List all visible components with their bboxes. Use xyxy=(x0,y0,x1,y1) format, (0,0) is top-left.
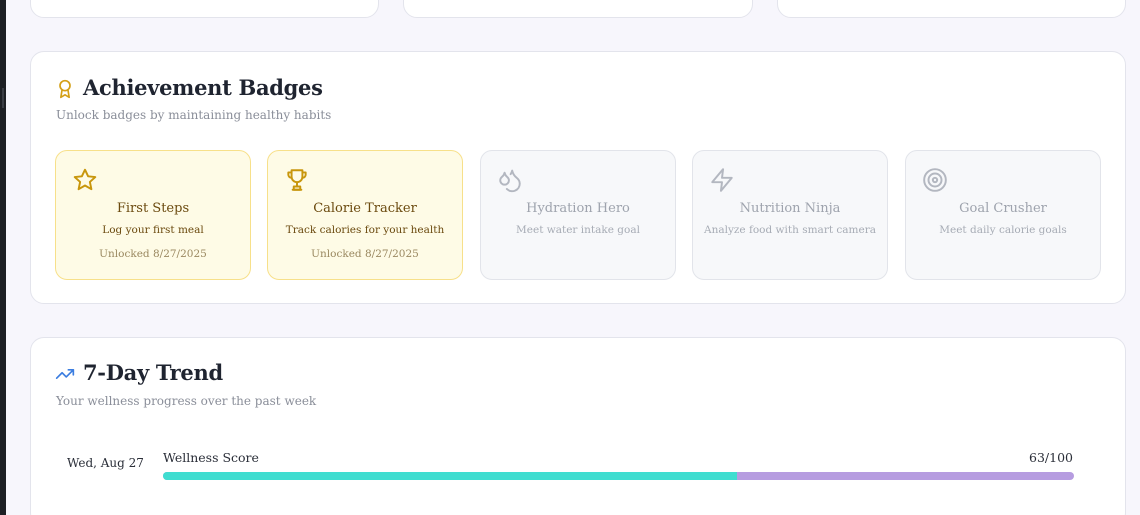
section-title: Achievement Badges xyxy=(83,75,323,100)
badge-description: Meet daily calorie goals xyxy=(939,224,1067,236)
badge-hydration-hero[interactable]: Hydration Hero Meet water intake goal xyxy=(480,150,676,280)
badge-goal-crusher[interactable]: Goal Crusher Meet daily calorie goals xyxy=(905,150,1101,280)
badge-nutrition-ninja[interactable]: Nutrition Ninja Analyze food with smart … xyxy=(692,150,888,280)
wellness-progress-fill xyxy=(163,472,737,480)
badge-name: Hydration Hero xyxy=(526,201,630,216)
badge-status: Unlocked 8/27/2025 xyxy=(99,248,207,260)
badge-name: Calorie Tracker xyxy=(313,201,417,216)
target-icon xyxy=(923,168,947,192)
stat-card-2 xyxy=(403,0,753,18)
badge-first-steps[interactable]: First Steps Log your first meal Unlocked… xyxy=(55,150,251,280)
badge-status: Unlocked 8/27/2025 xyxy=(311,248,419,260)
wellness-progress-bar xyxy=(163,472,1074,480)
stat-card-3 xyxy=(777,0,1126,18)
stat-card-1 xyxy=(30,0,379,18)
resize-grip[interactable] xyxy=(2,88,4,108)
star-icon xyxy=(73,168,97,191)
badge-description: Meet water intake goal xyxy=(516,224,640,236)
badge-description: Analyze food with smart camera xyxy=(703,224,876,236)
section-subtitle: Your wellness progress over the past wee… xyxy=(56,394,317,408)
badge-description: Log your first meal xyxy=(102,224,204,236)
trending-up-icon xyxy=(55,369,75,379)
badge-name: Nutrition Ninja xyxy=(739,201,841,216)
award-icon xyxy=(59,79,71,99)
seven-day-trend-card: 7-Day Trend Your wellness progress over … xyxy=(30,337,1126,515)
achievement-badges-card: Achievement Badges Unlock badges by main… xyxy=(30,51,1126,304)
badge-name: Goal Crusher xyxy=(959,201,1047,216)
lightning-icon xyxy=(711,168,733,192)
badge-name: First Steps xyxy=(116,201,190,216)
section-title: 7-Day Trend xyxy=(83,360,223,385)
trend-score: 63/100 xyxy=(1029,450,1073,465)
badge-calorie-tracker[interactable]: Calorie Tracker Track calories for your … xyxy=(267,150,463,280)
section-subtitle: Unlock badges by maintaining healthy hab… xyxy=(56,108,332,122)
droplets-icon xyxy=(499,169,521,193)
trend-metric-label: Wellness Score xyxy=(163,450,259,465)
window-left-edge xyxy=(0,0,6,515)
badge-description: Track calories for your health xyxy=(285,224,445,236)
trophy-icon xyxy=(287,169,307,191)
trend-date: Wed, Aug 27 xyxy=(67,456,144,470)
